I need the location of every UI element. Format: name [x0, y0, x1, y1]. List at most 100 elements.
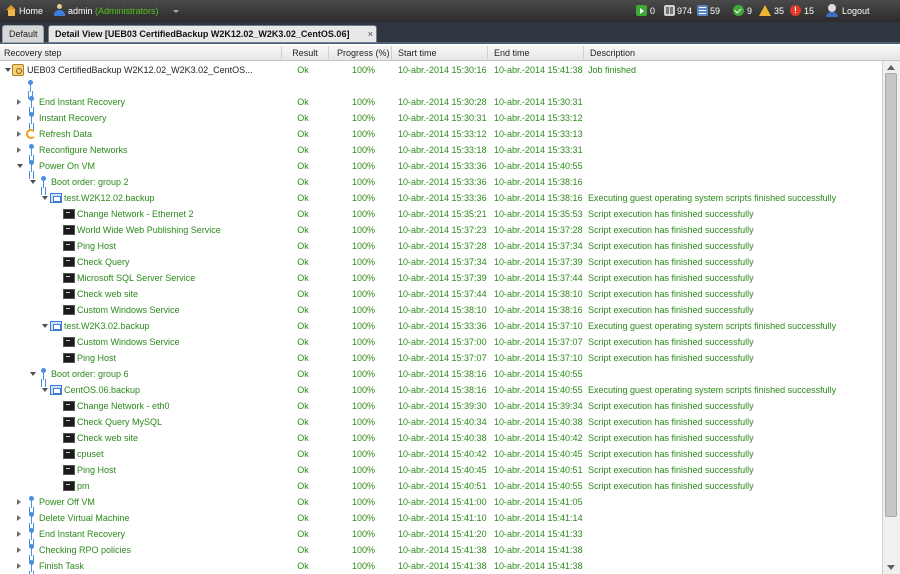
- cell-result: Ok: [297, 241, 309, 251]
- cell-end: 10-abr.-2014 15:30:31: [494, 97, 583, 107]
- expand-triangle-right-icon[interactable]: [17, 131, 21, 137]
- column-header-progress[interactable]: Progress (%): [329, 46, 392, 61]
- tree-row[interactable]: Boot order: group 6 Ok 100% 10-abr.-2014 15…: [0, 366, 882, 382]
- chevron-down-icon[interactable]: [173, 10, 179, 13]
- jobs-list-icon[interactable]: [697, 5, 708, 16]
- warning-icon[interactable]: [759, 5, 771, 16]
- home-icon[interactable]: [6, 5, 17, 16]
- tree-row[interactable]: Refresh Data Ok 100% 10-abr.-2014 15:33:12 1…: [0, 126, 882, 142]
- tab-detail-view-label: Detail View [UEB03 CertifiedBackup W2K12…: [55, 29, 350, 39]
- storage-count[interactable]: 974: [677, 0, 692, 22]
- expand-triangle-right-icon[interactable]: [17, 147, 21, 153]
- column-header-description[interactable]: Description: [584, 46, 900, 61]
- tab-default[interactable]: Default: [2, 25, 44, 43]
- cell-description: Script execution has finished successful…: [588, 417, 754, 427]
- tree-row[interactable]: Reconfigure Networks Ok 100% 10-abr.-2014 1…: [0, 142, 882, 158]
- jobs-count[interactable]: 59: [710, 0, 720, 22]
- tree-row[interactable]: Instant Recovery Ok 100% 10-abr.-2014 15:30…: [0, 110, 882, 126]
- tab-detail-view[interactable]: Detail View [UEB03 CertifiedBackup W2K12…: [48, 25, 377, 43]
- tree-row[interactable]: World Wide Web Publishing Service Ok 100% 1…: [0, 222, 882, 238]
- cell-end: 10-abr.-2014 15:40:51: [494, 465, 583, 475]
- tree-row[interactable]: CentOS.06.backup Ok 100% 10-abr.-2014 15:38…: [0, 382, 882, 398]
- tree-row[interactable]: Custom Windows Service Ok 100% 10-abr.-2014…: [0, 334, 882, 350]
- tree-row[interactable]: Check web site Ok 100% 10-abr.-2014 15:40:3…: [0, 430, 882, 446]
- expand-triangle-down-icon[interactable]: [17, 164, 23, 168]
- expand-triangle-down-icon[interactable]: [42, 388, 48, 392]
- home-link[interactable]: Home: [19, 0, 43, 22]
- error-count[interactable]: 15: [804, 0, 814, 22]
- expand-triangle-right-icon[interactable]: [17, 115, 21, 121]
- expand-triangle-right-icon[interactable]: [17, 515, 21, 521]
- tree-row[interactable]: Ping Host Ok 100% 10-abr.-2014 15:40:45 10-a…: [0, 462, 882, 478]
- close-icon[interactable]: ×: [368, 26, 373, 43]
- tree-row[interactable]: test.W2K3.02.backup Ok 100% 10-abr.-2014 15…: [0, 318, 882, 334]
- column-header-end-time[interactable]: End time: [488, 46, 584, 61]
- expand-triangle-right-icon[interactable]: [17, 547, 21, 553]
- cell-end: 10-abr.-2014 15:39:34: [494, 401, 583, 411]
- tree-row[interactable]: Checking RPO policies Ok 100% 10-abr.-2014 …: [0, 542, 882, 558]
- warning-count[interactable]: 35: [774, 0, 784, 22]
- tree-row[interactable]: Delete Virtual Machine Ok 100% 10-abr.-2014…: [0, 510, 882, 526]
- step-name: Change Network - Ethernet 2: [77, 209, 194, 219]
- cell-description: Script execution has finished successful…: [588, 449, 754, 459]
- step-name: test.W2K12.02.backup: [64, 193, 155, 203]
- success-count[interactable]: 9: [747, 0, 752, 22]
- running-jobs-icon[interactable]: [636, 5, 647, 16]
- user-menu[interactable]: admin (Administrators): [68, 0, 159, 22]
- tree-row[interactable]: Ping Host Ok 100% 10-abr.-2014 15:37:07 10-a…: [0, 350, 882, 366]
- expand-triangle-right-icon[interactable]: [17, 563, 21, 569]
- tree-row[interactable]: Check web site Ok 100% 10-abr.-2014 15:37:4…: [0, 286, 882, 302]
- tree-row[interactable]: End Instant Recovery Ok 100% 10-abr.-2014 1…: [0, 94, 882, 110]
- tree-row[interactable]: Change Network - eth0 Ok 100% 10-abr.-2014 …: [0, 398, 882, 414]
- tree-row[interactable]: Change Network - Ethernet 2 Ok 100% 10-abr.…: [0, 206, 882, 222]
- step-name: Change Network - eth0: [77, 401, 170, 411]
- user-role: (Administrators): [95, 6, 159, 16]
- terminal-icon: [63, 289, 75, 299]
- expand-triangle-right-icon[interactable]: [17, 99, 21, 105]
- column-header-start-time[interactable]: Start time: [392, 46, 488, 61]
- tree-row[interactable]: [0, 78, 882, 94]
- storage-icon[interactable]: [664, 5, 675, 16]
- expand-triangle-down-icon[interactable]: [30, 180, 36, 184]
- tree-row[interactable]: End Instant Recovery Ok 100% 10-abr.-2014 1…: [0, 526, 882, 542]
- cell-progress: 100%: [351, 513, 375, 523]
- tree-row[interactable]: Boot order: group 2 Ok 100% 10-abr.-2014 15…: [0, 174, 882, 190]
- tree-row[interactable]: Power On VM Ok 100% 10-abr.-2014 15:33:36 10…: [0, 158, 882, 174]
- expand-triangle-down-icon[interactable]: [5, 68, 11, 72]
- expand-triangle-down-icon[interactable]: [30, 372, 36, 376]
- error-icon[interactable]: [790, 5, 801, 16]
- logout-icon[interactable]: [826, 4, 839, 17]
- tree-row[interactable]: Check Query MySQL Ok 100% 10-abr.-2014 15:4…: [0, 414, 882, 430]
- tree-row[interactable]: Ping Host Ok 100% 10-abr.-2014 15:37:28 10-a…: [0, 238, 882, 254]
- expand-triangle-right-icon[interactable]: [17, 499, 21, 505]
- scrollbar-thumb[interactable]: [885, 73, 897, 517]
- tree-row[interactable]: Microsoft SQL Server Service Ok 100% 10-abr…: [0, 270, 882, 286]
- tree-row[interactable]: UEB03 CertifiedBackup W2K12.02_W2K3.02_C…: [0, 62, 882, 78]
- tree-row[interactable]: Finish Task Ok 100% 10-abr.-2014 15:41:38 10…: [0, 558, 882, 574]
- column-header-result[interactable]: Result: [282, 46, 329, 61]
- scroll-down-arrow-icon[interactable]: [887, 565, 895, 570]
- cell-progress: 100%: [351, 241, 375, 251]
- tree-row[interactable]: test.W2K12.02.backup Ok 100% 10-abr.-2014 1…: [0, 190, 882, 206]
- running-jobs-count[interactable]: 0: [650, 0, 655, 22]
- expand-triangle-down-icon[interactable]: [42, 196, 48, 200]
- tree-row[interactable]: Power Off VM Ok 100% 10-abr.-2014 15:41:00 1…: [0, 494, 882, 510]
- vertical-scrollbar[interactable]: [882, 61, 900, 574]
- scroll-up-arrow-icon[interactable]: [887, 65, 895, 70]
- cell-result: Ok: [297, 481, 309, 491]
- logout-link[interactable]: Logout: [842, 0, 870, 22]
- cell-result: Ok: [297, 145, 309, 155]
- tree-row[interactable]: cpuset Ok 100% 10-abr.-2014 15:40:42 10-abr.…: [0, 446, 882, 462]
- cell-result: Ok: [297, 289, 309, 299]
- expand-triangle-down-icon[interactable]: [42, 324, 48, 328]
- step-name: Ping Host: [77, 241, 117, 251]
- step-name: Boot order: group 2: [51, 177, 129, 187]
- tree-row[interactable]: Check Query Ok 100% 10-abr.-2014 15:37:34 10…: [0, 254, 882, 270]
- tree-row[interactable]: Custom Windows Service Ok 100% 10-abr.-2014…: [0, 302, 882, 318]
- tree-row[interactable]: pm Ok 100% 10-abr.-2014 15:40:51 10-abr.-201…: [0, 478, 882, 494]
- expand-triangle-right-icon[interactable]: [17, 531, 21, 537]
- cell-end: 10-abr.-2014 15:41:14: [494, 513, 583, 523]
- column-header-recovery-step[interactable]: Recovery step: [0, 46, 282, 61]
- step-name: Check Query MySQL: [77, 417, 163, 427]
- success-icon[interactable]: [733, 5, 744, 16]
